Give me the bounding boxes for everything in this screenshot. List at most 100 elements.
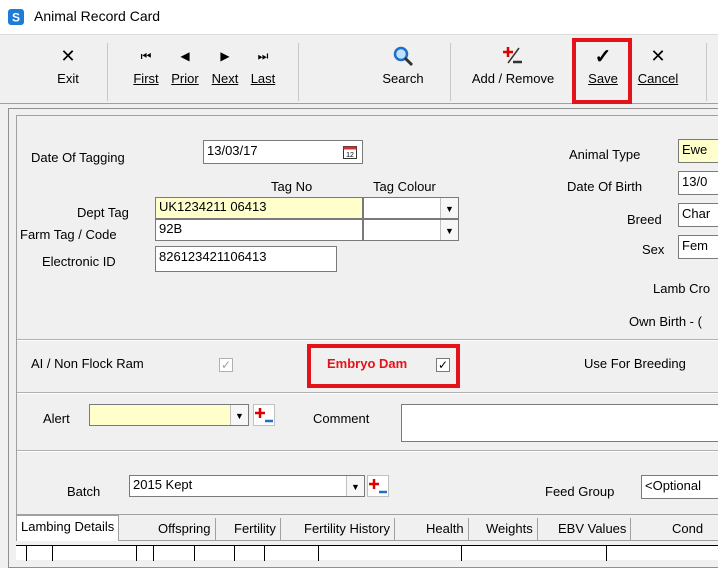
batch-value: 2015 Kept (133, 477, 193, 492)
date-of-tagging-label: Date Of Tagging (31, 150, 125, 165)
batch-label: Batch (67, 484, 101, 499)
window-title: Animal Record Card (34, 8, 161, 24)
tab-fertility-history[interactable]: Fertility History (300, 518, 395, 540)
comment-input[interactable] (401, 404, 718, 442)
last-label: Last (250, 71, 276, 86)
grid-column-divider (26, 546, 27, 561)
dept-tag-colour-select[interactable]: ▼ (363, 197, 459, 219)
farm-tag-colour-select[interactable]: ▼ (363, 219, 459, 241)
batch-select[interactable]: 2015 Kept ▼ (129, 475, 365, 497)
feed-group-value: <Optional (645, 478, 702, 493)
cancel-button[interactable]: ✕ Cancel (632, 45, 684, 99)
toolbar-separator (298, 43, 299, 101)
sex-value: Fem (682, 238, 708, 253)
tag-no-header: Tag No (271, 179, 313, 194)
prior-label: Prior (171, 71, 199, 86)
add-remove-label: Add / Remove (471, 71, 555, 86)
breed-value: Char (682, 206, 711, 221)
farm-tag-label: Farm Tag / Code (20, 227, 117, 242)
electronic-id-input[interactable]: 826123421106413 (155, 246, 337, 272)
first-label: First (133, 71, 159, 86)
tab-cond[interactable]: Cond (668, 518, 707, 540)
prior-record-icon: ◀ (180, 49, 190, 63)
search-button[interactable]: Search (375, 45, 431, 99)
section-divider (17, 450, 718, 452)
next-label: Next (211, 71, 239, 86)
animal-type-value: Ewe (682, 142, 708, 157)
sex-select[interactable]: Fem (678, 235, 718, 259)
add-remove-alert-button[interactable] (253, 404, 275, 426)
farm-tag-input[interactable]: 92B (155, 219, 363, 241)
title-bar: S Animal Record Card (0, 0, 718, 34)
tab-health[interactable]: Health (422, 518, 469, 540)
alert-label: Alert (43, 411, 70, 426)
grid-column-divider (52, 546, 53, 561)
last-button[interactable]: ⏭ Last (246, 45, 280, 99)
own-birth-label: Own Birth - ( (629, 314, 702, 329)
dept-tag-input[interactable]: UK1234211 06413 (155, 197, 363, 219)
date-of-birth-input[interactable]: 13/0 (678, 171, 718, 195)
toolbar-separator (107, 43, 108, 101)
chevron-down-icon[interactable]: ▼ (346, 476, 364, 496)
grid-column-divider (234, 546, 235, 561)
next-button[interactable]: ▶ Next (208, 45, 242, 99)
first-button[interactable]: ⏮ First (129, 45, 163, 99)
date-of-tagging-field[interactable]: 13/03/17 12 (203, 140, 363, 164)
prior-button[interactable]: ◀ Prior (167, 45, 203, 99)
add-remove-icon (255, 408, 273, 423)
chevron-down-icon[interactable]: ▼ (230, 405, 248, 425)
calendar-icon[interactable]: 12 (343, 145, 357, 159)
close-icon: ✕ (650, 45, 666, 66)
animal-type-select[interactable]: Ewe (678, 139, 718, 163)
lamb-cross-label: Lamb Cro (653, 281, 711, 296)
grid-column-divider (136, 546, 137, 561)
dept-tag-value: UK1234211 06413 (159, 199, 267, 214)
feed-group-label: Feed Group (545, 484, 615, 499)
exit-button[interactable]: ✕ Exit (50, 45, 86, 99)
breed-select[interactable]: Char (678, 203, 718, 227)
save-highlight-box (572, 38, 632, 104)
tab-weights[interactable]: Weights (482, 518, 538, 540)
electronic-id-value: 826123421106413 (159, 249, 267, 264)
tab-lambing-details[interactable]: Lambing Details (16, 515, 120, 541)
breed-label: Breed (627, 212, 662, 227)
comment-label: Comment (313, 411, 370, 426)
tag-colour-header: Tag Colour (373, 179, 436, 194)
grid-column-divider (318, 546, 319, 561)
grid-column-divider (264, 546, 265, 561)
app-logo-icon: S (8, 9, 24, 25)
embryo-dam-highlight-box (307, 344, 460, 388)
grid-column-divider (194, 546, 195, 561)
next-record-icon: ▶ (220, 49, 230, 63)
ai-non-flock-ram-checkbox[interactable]: ✓ (219, 358, 233, 372)
section-divider (17, 392, 718, 394)
grid-column-divider (461, 546, 462, 561)
search-icon (375, 45, 431, 67)
tab-ebv-values[interactable]: EBV Values (554, 518, 632, 540)
exit-label: Exit (57, 71, 79, 86)
section-divider (17, 339, 718, 341)
grid-column-divider (606, 546, 607, 561)
electronic-id-label: Electronic ID (42, 254, 116, 269)
close-icon: ✕ (60, 45, 76, 66)
farm-tag-value: 92B (159, 221, 183, 236)
use-for-breeding-label: Use For Breeding (584, 356, 686, 371)
record-panel: Date Of Tagging 13/03/17 12 Tag No Tag C… (16, 115, 718, 515)
feed-group-select[interactable]: <Optional (641, 475, 718, 499)
last-record-icon: ⏭ (257, 48, 269, 63)
cancel-label: Cancel (637, 71, 679, 86)
add-remove-button[interactable]: Add / Remove (462, 45, 564, 99)
tab-fertility[interactable]: Fertility (230, 518, 281, 540)
add-remove-icon (462, 45, 564, 67)
svg-text:S: S (12, 11, 20, 25)
sex-label: Sex (642, 242, 665, 257)
add-remove-batch-button[interactable] (367, 475, 389, 497)
tab-offspring[interactable]: Offspring (154, 518, 216, 540)
tab-strip: Lambing Details Offspring Fertility Fert… (16, 515, 718, 541)
dept-tag-label: Dept Tag (77, 205, 129, 220)
chevron-down-icon[interactable]: ▼ (440, 220, 458, 240)
ai-non-flock-ram-label: AI / Non Flock Ram (31, 356, 144, 371)
chevron-down-icon[interactable]: ▼ (440, 198, 458, 218)
date-of-birth-value: 13/0 (682, 174, 708, 189)
alert-select[interactable]: ▼ (89, 404, 249, 426)
